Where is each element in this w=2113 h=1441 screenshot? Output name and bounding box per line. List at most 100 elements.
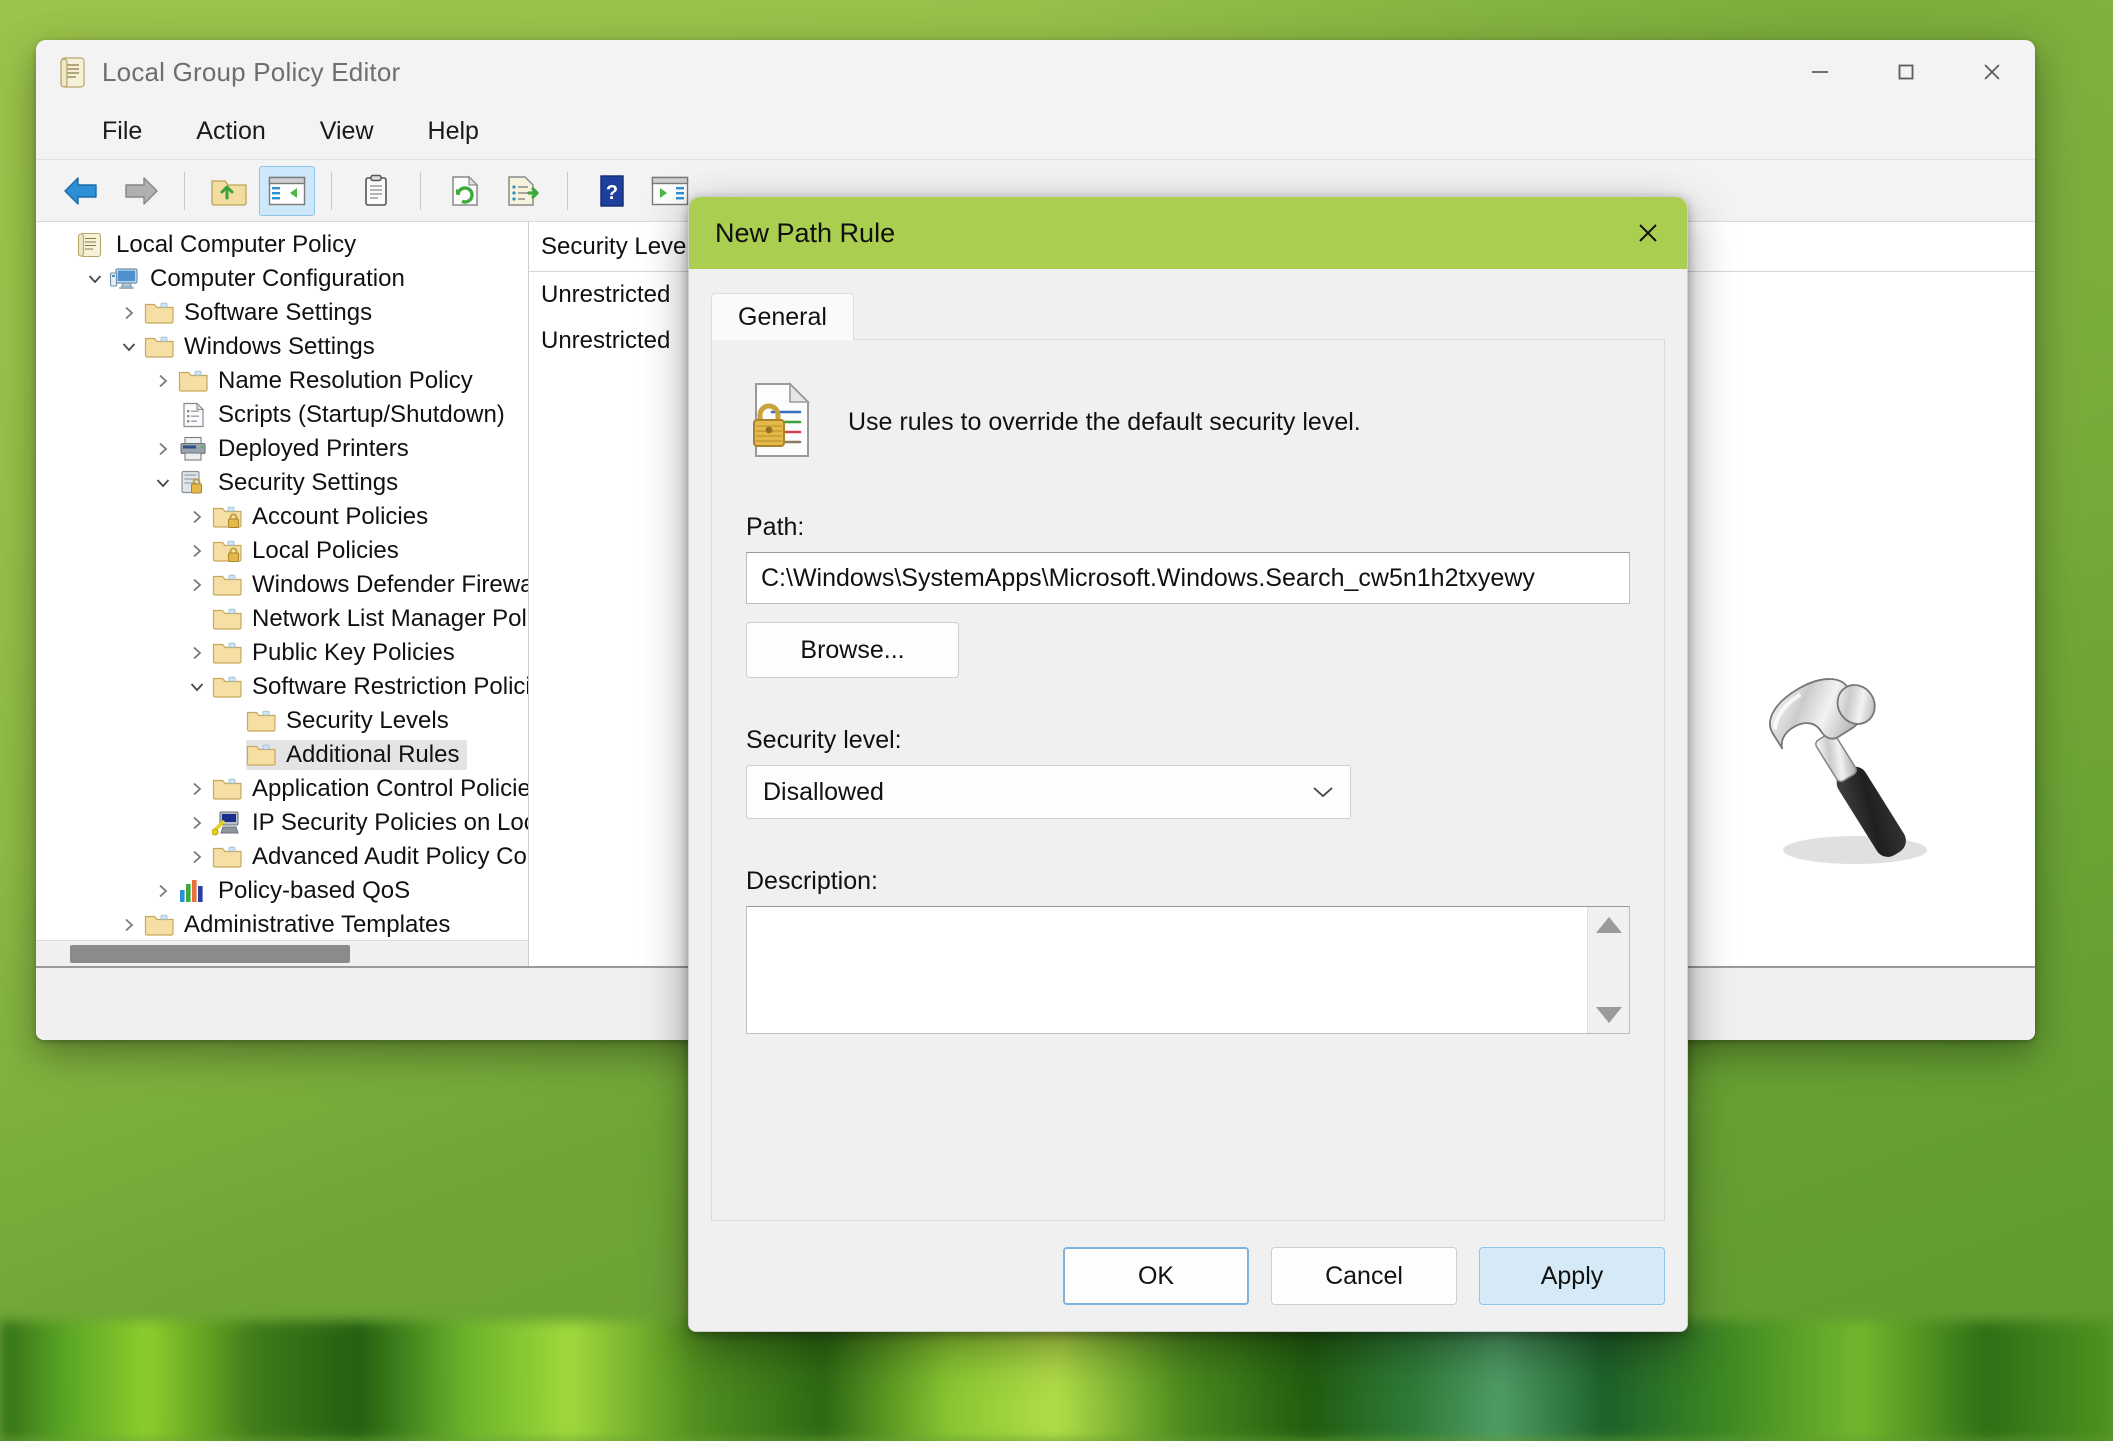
folder-icon [144, 300, 174, 326]
chevron-down-icon[interactable] [148, 474, 178, 492]
tree-item-security-settings[interactable]: Security Settings [36, 466, 528, 500]
chevron-right-icon[interactable] [182, 542, 212, 560]
browse-button[interactable]: Browse... [746, 622, 959, 678]
refresh-icon[interactable] [437, 166, 493, 216]
window-controls [1777, 40, 2035, 104]
menu-file[interactable]: File [82, 111, 162, 152]
tree-item-software-restriction-policies[interactable]: Software Restriction Policies [36, 670, 528, 704]
chevron-right-icon[interactable] [182, 814, 212, 832]
tree-item-software-settings[interactable]: Software Settings [36, 296, 528, 330]
dialog-tabstrip: General [711, 291, 1665, 340]
chevron-right-icon[interactable] [148, 372, 178, 390]
tree-item-security-levels[interactable]: Security Levels [36, 704, 528, 738]
dialog-title: New Path Rule [715, 217, 896, 248]
tree-item-label: Windows Defender Firewall w [252, 571, 528, 598]
document-lock-icon [746, 380, 818, 465]
tree-item-scripts-startup-shutdown[interactable]: Scripts (Startup/Shutdown) [36, 398, 528, 432]
tree-item-label: Security Levels [286, 707, 449, 734]
tree-item-label: Network List Manager Policie [252, 605, 528, 632]
up-one-level-icon[interactable] [201, 166, 257, 216]
close-button[interactable] [1949, 40, 2035, 104]
chevron-right-icon[interactable] [182, 508, 212, 526]
dialog-banner: Use rules to override the default securi… [746, 380, 1630, 465]
tree-item-label: Additional Rules [286, 741, 460, 768]
tree-item-ip-security-policies-on-local-c[interactable]: IP Security Policies on Local C [36, 806, 528, 840]
tree-item-account-policies[interactable]: Account Policies [36, 500, 528, 534]
description-textarea[interactable] [747, 907, 1587, 1033]
menu-action[interactable]: Action [176, 111, 285, 152]
scroll-up-icon[interactable] [1595, 917, 1622, 933]
chevron-right-icon[interactable] [148, 440, 178, 458]
forward-icon[interactable] [112, 166, 168, 216]
svg-text:?: ? [606, 182, 618, 204]
menubar: File Action View Help [36, 104, 2035, 160]
tree-item-application-control-policies[interactable]: Application Control Policies [36, 772, 528, 806]
folder-icon [144, 912, 174, 938]
maximize-button[interactable] [1863, 40, 1949, 104]
script-icon [178, 402, 208, 428]
security-level-select[interactable]: Disallowed [746, 765, 1351, 819]
toolbar-separator [420, 171, 421, 210]
tree-item-policy-based-qos[interactable]: Policy-based QoS [36, 874, 528, 908]
tab-general[interactable]: General [711, 293, 854, 340]
tree-item-additional-rules[interactable]: Additional Rules [36, 738, 528, 772]
tree-scrollbar-thumb[interactable] [70, 945, 350, 963]
properties-clipboard-icon[interactable] [348, 166, 404, 216]
toolbar-separator [184, 171, 185, 210]
cancel-button[interactable]: Cancel [1271, 1247, 1457, 1305]
chevron-down-icon[interactable] [114, 338, 144, 356]
chevron-right-icon[interactable] [114, 916, 144, 934]
policy-scroll-icon [58, 56, 88, 88]
dialog-body: General Use rules to override the defaul… [689, 269, 1687, 1221]
description-field[interactable] [746, 906, 1630, 1034]
chevron-right-icon[interactable] [182, 644, 212, 662]
description-scrollbar[interactable] [1587, 907, 1629, 1033]
printer-icon [178, 436, 208, 462]
tree-item-windows-settings[interactable]: Windows Settings [36, 330, 528, 364]
chevron-down-icon[interactable] [182, 678, 212, 696]
tree-item-administrative-templates[interactable]: Administrative Templates [36, 908, 528, 940]
ok-button[interactable]: OK [1063, 1247, 1249, 1305]
chevron-right-icon[interactable] [148, 882, 178, 900]
toolbar-separator [567, 171, 568, 210]
folder-icon [178, 368, 208, 394]
dialog-close-icon[interactable] [1609, 197, 1687, 269]
folder-icon [212, 776, 242, 802]
tree-item-network-list-manager-policie[interactable]: Network List Manager Policie [36, 602, 528, 636]
tree-item-local-policies[interactable]: Local Policies [36, 534, 528, 568]
tree-horizontal-scrollbar[interactable] [36, 940, 528, 966]
tree-item-public-key-policies[interactable]: Public Key Policies [36, 636, 528, 670]
folder-icon [212, 674, 242, 700]
folder-lock-icon [212, 538, 242, 564]
chevron-right-icon[interactable] [182, 576, 212, 594]
chevron-right-icon[interactable] [182, 780, 212, 798]
path-input[interactable]: C:\Windows\SystemApps\Microsoft.Windows.… [746, 552, 1630, 604]
banner-text: Use rules to override the default securi… [848, 408, 1361, 436]
tree-item-deployed-printers[interactable]: Deployed Printers [36, 432, 528, 466]
tree-item-label: Computer Configuration [150, 265, 405, 292]
show-hide-console-tree-icon[interactable] [259, 165, 315, 216]
tree-item-label: Software Settings [184, 299, 373, 326]
tree-item-label: Administrative Templates [184, 911, 451, 938]
tree-item-local-computer-policy[interactable]: Local Computer Policy [36, 228, 528, 262]
tree-item-name-resolution-policy[interactable]: Name Resolution Policy [36, 364, 528, 398]
tree-item-advanced-audit-policy-config[interactable]: Advanced Audit Policy Config [36, 840, 528, 874]
console-tree[interactable]: Local Computer Policy Computer Configurat… [36, 222, 528, 940]
tree-item-windows-defender-firewall-w[interactable]: Windows Defender Firewall w [36, 568, 528, 602]
help-icon[interactable]: ? [584, 166, 640, 216]
tree-item-computer-configuration[interactable]: Computer Configuration [36, 262, 528, 296]
chevron-down-icon[interactable] [80, 270, 110, 288]
menu-help[interactable]: Help [408, 111, 499, 152]
back-icon[interactable] [54, 166, 110, 216]
export-list-icon[interactable] [495, 166, 551, 216]
tree-item-label: Deployed Printers [218, 435, 409, 462]
chevron-right-icon[interactable] [114, 304, 144, 322]
policy-scroll-icon [76, 232, 106, 258]
minimize-button[interactable] [1777, 40, 1863, 104]
tree-item-label: Account Policies [252, 503, 429, 530]
scroll-down-icon[interactable] [1595, 1007, 1622, 1023]
menu-view[interactable]: View [300, 111, 394, 152]
chevron-right-icon[interactable] [182, 848, 212, 866]
tree-item-label: IP Security Policies on Local C [252, 809, 528, 836]
apply-button[interactable]: Apply [1479, 1247, 1665, 1305]
